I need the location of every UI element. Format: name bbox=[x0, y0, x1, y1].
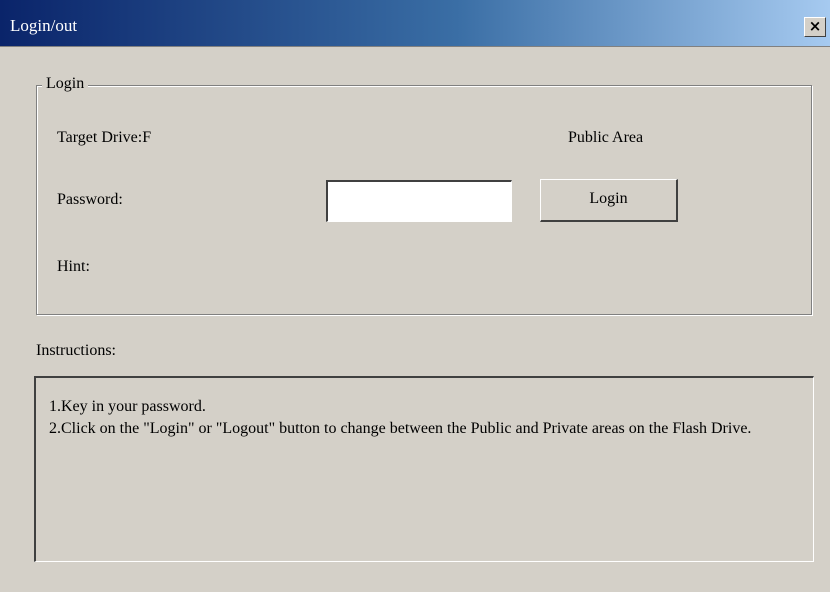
login-button[interactable]: Login bbox=[540, 179, 678, 222]
login-group-legend: Login bbox=[42, 73, 89, 95]
window-title: Login/out bbox=[10, 16, 78, 35]
instructions-box: 1.Key in your password. 2.Click on the "… bbox=[34, 376, 814, 562]
instructions-label: Instructions: bbox=[36, 342, 116, 359]
title-bar[interactable]: Login/out × bbox=[0, 0, 830, 47]
close-icon: × bbox=[808, 17, 822, 35]
instruction-line-1: 1.Key in your password. bbox=[49, 398, 206, 415]
target-drive-label: Target Drive:F bbox=[57, 129, 152, 146]
password-label: Password: bbox=[57, 191, 123, 208]
area-status-label: Public Area bbox=[568, 129, 644, 146]
instruction-line-2: 2.Click on the "Login" or "Logout" butto… bbox=[49, 420, 752, 437]
login-out-dialog: Login/out × Login Target Drive:F Public … bbox=[0, 0, 830, 592]
hint-label: Hint: bbox=[57, 258, 90, 275]
close-button[interactable]: × bbox=[804, 17, 826, 37]
password-field[interactable] bbox=[326, 180, 512, 222]
